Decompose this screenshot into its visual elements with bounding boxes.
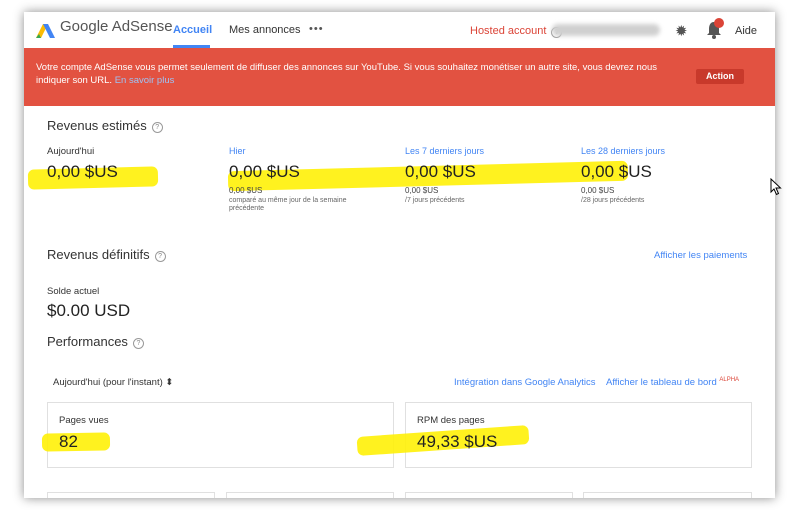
analytics-integration-link[interactable]: Intégration dans Google Analytics bbox=[454, 377, 596, 388]
brand-name[interactable]: Google AdSense bbox=[60, 18, 173, 35]
adsense-logo-icon bbox=[36, 24, 55, 38]
period-value-28days: 0,00 $US bbox=[581, 162, 652, 181]
help-circle-icon[interactable]: ? bbox=[154, 251, 166, 262]
tab-mes-annonces[interactable]: Mes annonces bbox=[229, 24, 301, 36]
final-revenue-title: Revenus définitifs? bbox=[47, 247, 166, 263]
period-subvalue-yesterday: 0,00 $US bbox=[229, 186, 263, 195]
period-subvalue-28days: 0,00 $US bbox=[581, 186, 615, 195]
period-sublabel-yesterday: comparé au même jour de la semaine précé… bbox=[229, 197, 347, 212]
dashboard-link[interactable]: Afficher le tableau de bord ALPHA bbox=[606, 377, 739, 388]
view-payments-link[interactable]: Afficher les paiements bbox=[654, 250, 747, 261]
alert-banner: Votre compte AdSense vous permet seuleme… bbox=[24, 48, 775, 106]
metric-value-page-rpm: 49,33 $US bbox=[417, 432, 498, 451]
hosted-account-label: Hosted account bbox=[470, 25, 547, 37]
metric-label-page-rpm: RPM des pages bbox=[417, 415, 485, 426]
period-sublabel-7days: /7 jours précédents bbox=[405, 197, 465, 204]
period-value-7days: 0,00 $US bbox=[405, 162, 476, 181]
performance-title-text: Performances bbox=[47, 334, 128, 349]
gear-icon[interactable]: ✹ bbox=[675, 22, 688, 40]
top-bar: Google AdSense Accueil Mes annonces ••• … bbox=[24, 12, 775, 48]
metric-card-partial[interactable] bbox=[226, 492, 394, 498]
final-revenue-title-text: Revenus définitifs bbox=[47, 247, 150, 262]
adsense-page: Google AdSense Accueil Mes annonces ••• … bbox=[24, 12, 775, 498]
metric-card-partial[interactable] bbox=[47, 492, 215, 498]
mouse-pointer-icon bbox=[770, 178, 782, 196]
tab-accueil[interactable]: Accueil bbox=[173, 24, 212, 36]
metric-label-page-views: Pages vues bbox=[59, 415, 109, 426]
more-tabs-button[interactable]: ••• bbox=[309, 23, 324, 35]
help-circle-icon[interactable]: ? bbox=[132, 338, 144, 349]
period-link-28days[interactable]: Les 28 derniers jours bbox=[581, 146, 665, 156]
help-circle-icon[interactable]: ? bbox=[151, 122, 163, 133]
hosted-account[interactable]: Hosted account? bbox=[470, 25, 563, 38]
period-label-today: Aujourd'hui bbox=[47, 146, 95, 157]
dashboard-link-text: Afficher le tableau de bord bbox=[606, 377, 717, 388]
balance-label: Solde actuel bbox=[47, 286, 100, 297]
alpha-badge: ALPHA bbox=[719, 377, 740, 383]
account-email-redacted[interactable] bbox=[552, 24, 660, 36]
balance-value: $0.00 USD bbox=[47, 301, 131, 320]
learn-more-link[interactable]: En savoir plus bbox=[115, 75, 175, 86]
metric-value-page-views: 82 bbox=[59, 432, 78, 451]
period-sublabel-28days: /28 jours précédents bbox=[581, 197, 645, 204]
period-link-yesterday[interactable]: Hier bbox=[229, 146, 246, 156]
notification-badge bbox=[714, 18, 724, 28]
period-link-7days[interactable]: Les 7 derniers jours bbox=[405, 146, 484, 156]
action-button[interactable]: Action bbox=[696, 69, 744, 84]
period-subvalue-7days: 0,00 $US bbox=[405, 186, 439, 195]
estimated-revenue-title-text: Revenus estimés bbox=[47, 118, 147, 133]
estimated-revenue-title: Revenus estimés? bbox=[47, 118, 163, 134]
performance-title: Performances? bbox=[47, 334, 144, 350]
range-selector[interactable]: Aujourd'hui (pour l'instant) ⬍ bbox=[53, 377, 173, 388]
period-value-today: 0,00 $US bbox=[47, 162, 118, 181]
metric-card-partial[interactable] bbox=[405, 492, 573, 498]
metric-card-partial[interactable] bbox=[583, 492, 752, 498]
alert-message-block: Votre compte AdSense vous permet seuleme… bbox=[36, 61, 686, 87]
period-value-yesterday: 0,00 $US bbox=[229, 162, 300, 181]
help-link[interactable]: Aide bbox=[735, 25, 757, 37]
